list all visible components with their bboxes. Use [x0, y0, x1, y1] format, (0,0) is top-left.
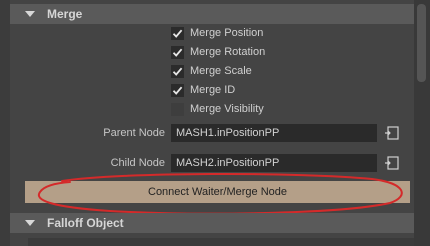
falloff-section-title: Falloff Object: [47, 216, 124, 230]
merge-visibility-label: Merge Visibility: [190, 103, 264, 115]
checkmark-icon: [172, 86, 183, 95]
merge-position-label: Merge Position: [190, 27, 264, 39]
falloff-content-edge: [28, 238, 414, 246]
merge-id-row[interactable]: Merge ID: [171, 82, 235, 98]
parent-node-picker-button[interactable]: [384, 125, 400, 141]
parent-node-field[interactable]: MASH1.inPositionPP: [171, 124, 377, 142]
parent-node-value: MASH1.inPositionPP: [176, 127, 280, 139]
merge-scale-label: Merge Scale: [190, 65, 252, 77]
merge-scale-row[interactable]: Merge Scale: [171, 63, 252, 79]
merge-id-label: Merge ID: [190, 84, 236, 96]
triangle-down-icon[interactable]: [25, 11, 35, 17]
merge-visibility-checkbox[interactable]: [171, 102, 184, 116]
merge-section-title: Merge: [47, 7, 83, 21]
merge-scale-checkbox[interactable]: [171, 64, 184, 78]
node-picker-icon: [385, 156, 399, 170]
merge-rotation-checkbox[interactable]: [171, 45, 184, 59]
panel-left-frame: [0, 0, 10, 246]
triangle-down-icon[interactable]: [25, 220, 35, 226]
checkmark-icon: [172, 48, 183, 57]
falloff-section-header[interactable]: Falloff Object: [10, 213, 414, 233]
merge-position-checkbox[interactable]: [171, 26, 184, 40]
checkmark-icon: [172, 67, 183, 76]
merge-id-checkbox[interactable]: [171, 83, 184, 97]
checkmark-icon: [172, 29, 183, 38]
scrollbar-thumb[interactable]: [417, 4, 426, 82]
attribute-editor-panel: Merge Merge Position Merge Rotation Merg…: [0, 0, 430, 246]
child-node-label: Child Node: [110, 157, 165, 169]
node-picker-icon: [385, 126, 399, 140]
connect-waiter-merge-node-button[interactable]: Connect Waiter/Merge Node: [25, 181, 410, 203]
merge-section-header[interactable]: Merge: [10, 4, 414, 24]
merge-rotation-label: Merge Rotation: [190, 46, 266, 58]
child-node-picker-button[interactable]: [384, 155, 400, 171]
child-node-field[interactable]: MASH2.inPositionPP: [171, 154, 377, 172]
connect-button-label: Connect Waiter/Merge Node: [148, 186, 287, 198]
parent-node-label: Parent Node: [103, 127, 165, 139]
child-node-value: MASH2.inPositionPP: [176, 157, 280, 169]
merge-position-row[interactable]: Merge Position: [171, 25, 263, 41]
merge-rotation-row[interactable]: Merge Rotation: [171, 44, 265, 60]
merge-visibility-row[interactable]: Merge Visibility: [171, 101, 264, 117]
